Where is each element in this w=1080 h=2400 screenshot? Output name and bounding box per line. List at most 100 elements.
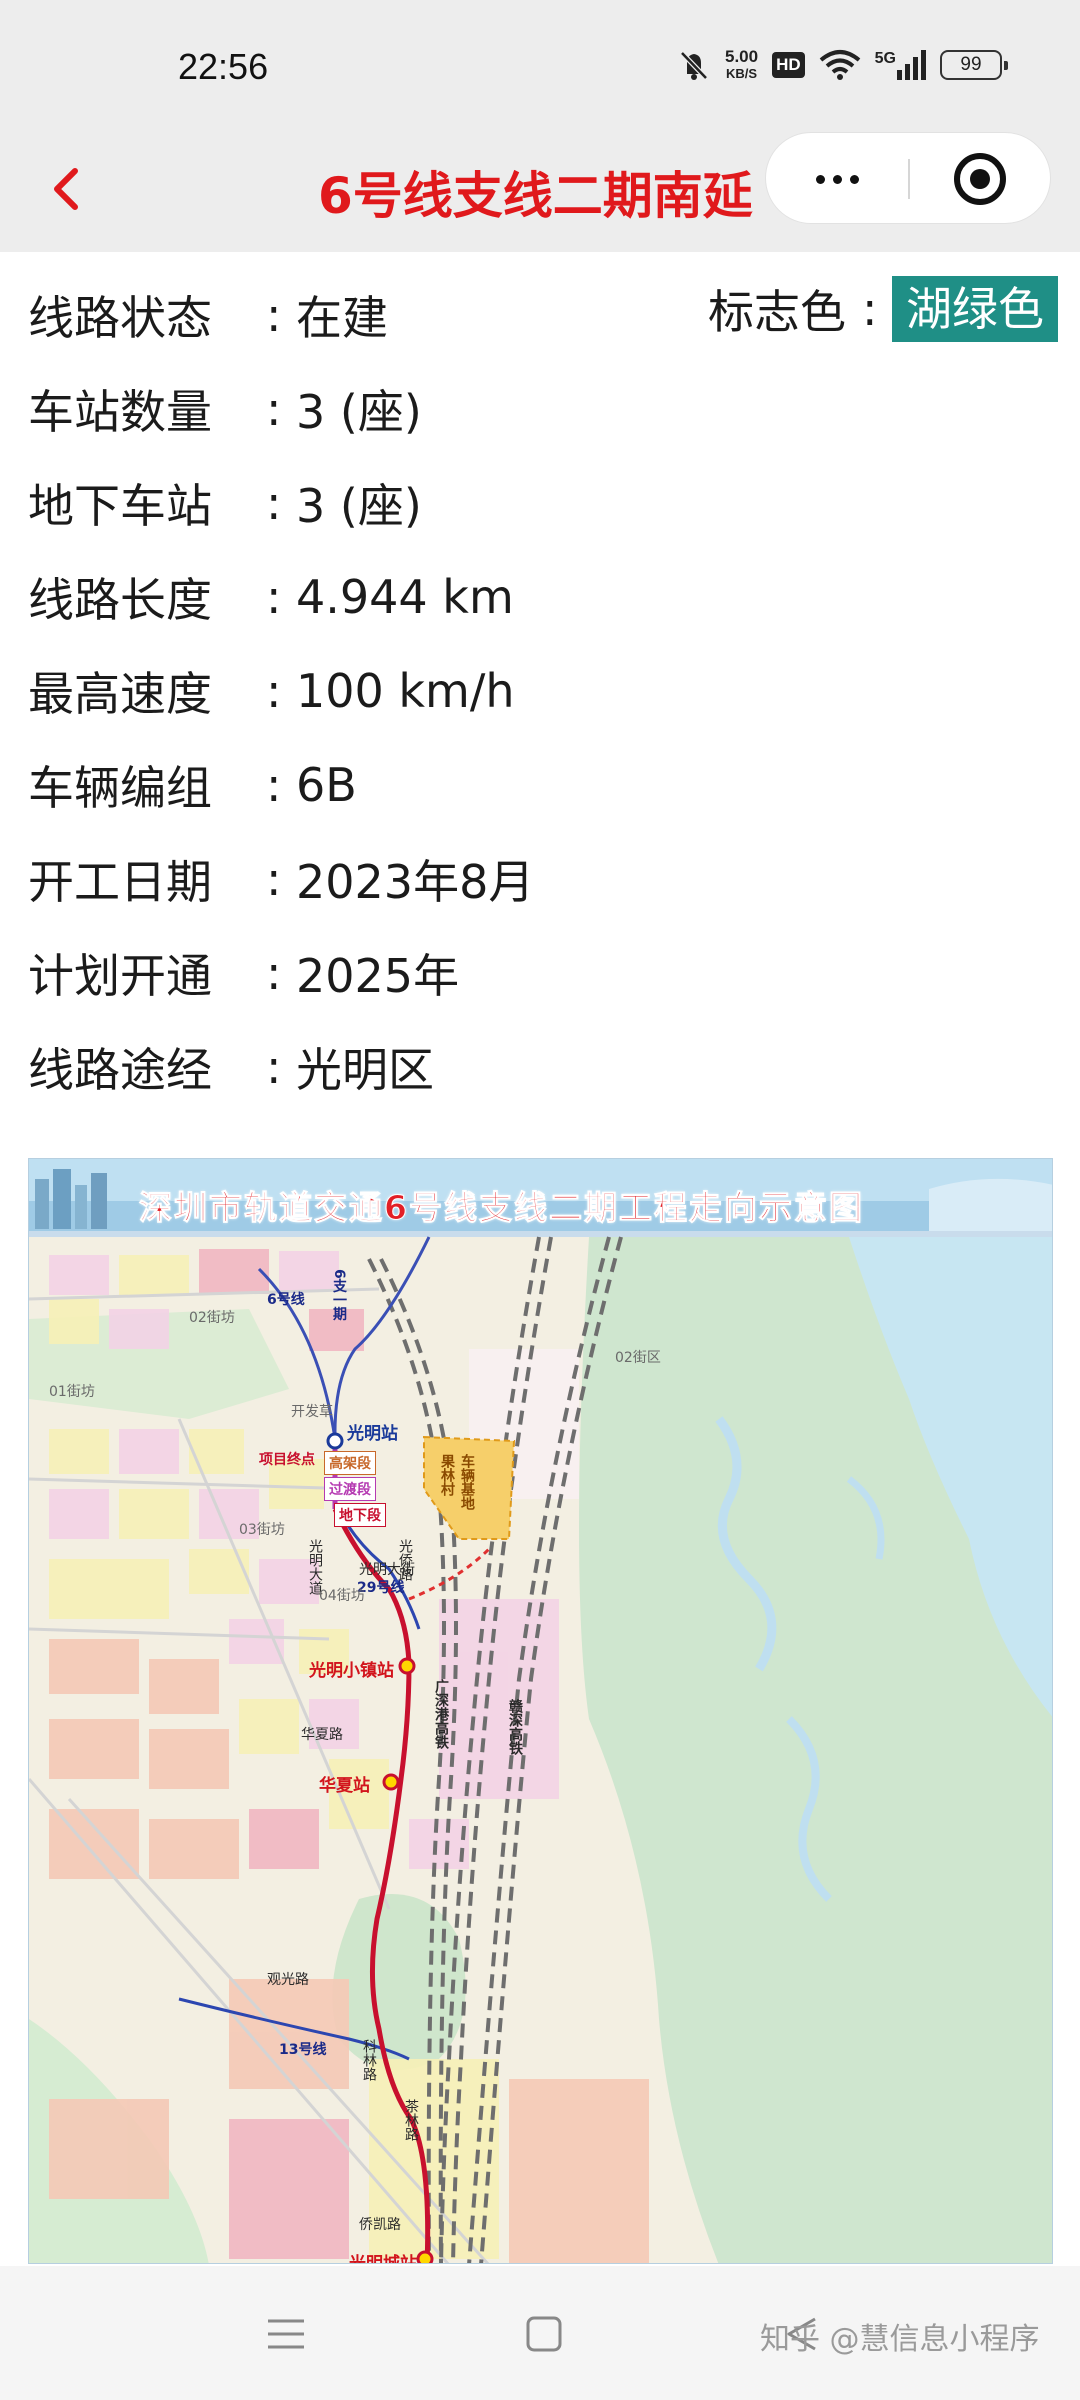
info-row-underground: 地下车站 : 3 (座) — [28, 456, 1058, 550]
map-title: 深圳市轨道交通6号线支线二期工程走向示意图 — [139, 1188, 864, 1228]
info-separator: : — [266, 946, 282, 1000]
info-value: 6B — [296, 758, 357, 812]
more-icon — [815, 174, 825, 184]
menu-icon — [268, 2319, 304, 2349]
info-value: 4.944 km — [296, 570, 514, 624]
road-label: 观光路 — [267, 1972, 309, 1988]
info-separator: : — [266, 852, 282, 906]
info-row-speed: 最高速度 : 100 km/h — [28, 644, 1058, 738]
route-map[interactable]: 深圳市轨道交通6号线支线二期工程走向示意图 光明站 光明小镇站 华夏站 光明城站… — [28, 1158, 1053, 2264]
road-label: 侨凯路 — [359, 2217, 401, 2233]
color-label: 标志色 — [708, 285, 846, 339]
mute-icon — [680, 51, 708, 80]
map-station-label: 华夏站 — [319, 1776, 370, 1796]
info-row-district: 线路途经 : 光明区 — [28, 1020, 1058, 1114]
route-map-graphic — [29, 1159, 1052, 2263]
info-label: 车站数量 — [28, 385, 212, 439]
segment-label: 高架段 — [324, 1451, 376, 1475]
info-separator: : — [266, 476, 282, 530]
back-icon — [54, 168, 78, 210]
info-label: 车辆编组 — [28, 761, 212, 815]
watermark: 知乎 @慧信息小程序 — [760, 2322, 1040, 2357]
back-button[interactable] — [44, 158, 88, 220]
map-station-label: 光明小镇站 — [309, 1661, 394, 1681]
line-label: 6号线 — [267, 1292, 305, 1308]
home-icon — [526, 2316, 562, 2352]
speed-value: 5.00 — [725, 47, 759, 66]
misc-label: 开发草 — [291, 1404, 333, 1420]
more-button[interactable] — [766, 133, 908, 225]
info-separator: : — [266, 1040, 282, 1094]
info-label: 线路状态 — [28, 291, 212, 345]
info-value: 2023年8月 — [296, 855, 535, 909]
system-nav-bar: 知乎 @慧信息小程序 — [0, 2266, 1080, 2400]
close-miniprogram-button[interactable] — [909, 133, 1051, 225]
close-miniprogram-icon — [954, 153, 1006, 205]
depot-label: 果林村 — [439, 1454, 455, 1496]
wifi-icon — [819, 50, 860, 80]
battery-icon: 99 — [940, 50, 1008, 80]
depot-label: 车辆基地 — [459, 1454, 475, 1510]
zone-label: 02街坊 — [189, 1310, 235, 1326]
info-separator: : — [266, 758, 282, 812]
zone-label: 03街坊 — [239, 1522, 285, 1538]
hd-badge: HD — [772, 52, 805, 78]
info-row-length: 线路长度 : 4.944 km — [28, 550, 1058, 644]
info-value: 3 (座) — [296, 479, 422, 533]
info-row-stations: 车站数量 : 3 (座) — [28, 362, 1058, 456]
speed-unit: KB/S — [726, 66, 758, 81]
info-row-status: 线路状态 : 在建 标志色 : 湖绿色 — [28, 268, 1058, 362]
info-row-formation: 车辆编组 : 6B — [28, 738, 1058, 832]
segment-label: 地下段 — [334, 1503, 386, 1527]
info-row-start-date: 开工日期 : 2023年8月 — [28, 832, 1058, 926]
map-station-label: 光明站 — [347, 1424, 398, 1444]
line-color: 标志色 : 湖绿色 — [708, 276, 1058, 342]
railway-label: 赣深高铁 — [507, 1699, 523, 1755]
cellular: 5G — [875, 50, 926, 80]
info-label: 线路长度 — [28, 573, 212, 627]
info-label: 开工日期 — [28, 855, 212, 909]
info-value: 100 km/h — [296, 664, 515, 718]
status-bar: 22:56 5.00 KB/S HD 5G 99 — [0, 0, 1080, 130]
info-separator: : — [266, 288, 282, 342]
network-speed: 5.00 KB/S — [725, 48, 758, 82]
road-label: 华夏路 — [301, 1727, 343, 1743]
zone-label: 02街区 — [615, 1350, 661, 1366]
road-label: 光侨路 — [397, 1539, 413, 1581]
info-label: 线路途经 — [28, 1043, 212, 1097]
home-button[interactable] — [514, 2304, 574, 2364]
signal-icon — [897, 50, 926, 80]
zone-label: 01街坊 — [49, 1384, 95, 1400]
project-endpoint-label: 项目终点 — [259, 1452, 315, 1468]
info-separator: : — [266, 382, 282, 436]
info-label: 最高速度 — [28, 667, 212, 721]
line-label: 6支一期 — [331, 1269, 347, 1321]
info-value: 3 (座) — [296, 385, 422, 439]
info-value: 2025年 — [296, 949, 460, 1003]
network-type: 5G — [874, 50, 896, 67]
line-label: 13号线 — [279, 2042, 327, 2058]
page-title: 6号线支线二期南延 — [318, 167, 753, 225]
status-icons: 5.00 KB/S HD 5G 99 — [677, 48, 1008, 82]
railway-label: 广深港高铁 — [433, 1679, 449, 1749]
info-value: 光明区 — [296, 1043, 434, 1097]
miniprogram-capsule — [765, 132, 1051, 224]
info-row-opening: 计划开通 : 2025年 — [28, 926, 1058, 1020]
battery-level: 99 — [960, 54, 982, 75]
color-badge: 湖绿色 — [892, 276, 1058, 342]
info-label: 计划开通 — [28, 949, 212, 1003]
map-station-label: 光明城站 — [349, 2254, 417, 2264]
info-label: 地下车站 — [28, 479, 212, 533]
info-separator: : — [266, 664, 282, 718]
info-value: 在建 — [296, 291, 388, 345]
status-time: 22:56 — [178, 46, 269, 87]
info-separator: : — [266, 570, 282, 624]
menu-button[interactable] — [256, 2304, 316, 2364]
line-info: 线路状态 : 在建 标志色 : 湖绿色 车站数量 : 3 (座) 地下车站 : … — [28, 268, 1058, 1114]
road-label: 科林路 — [361, 2039, 377, 2081]
nav-bar: 6号线支线二期南延 — [0, 130, 1080, 252]
road-label: 茶林路 — [403, 2099, 419, 2141]
info-separator: : — [862, 282, 878, 336]
zone-label: 04街坊 — [319, 1588, 365, 1604]
segment-label: 过渡段 — [324, 1477, 376, 1501]
